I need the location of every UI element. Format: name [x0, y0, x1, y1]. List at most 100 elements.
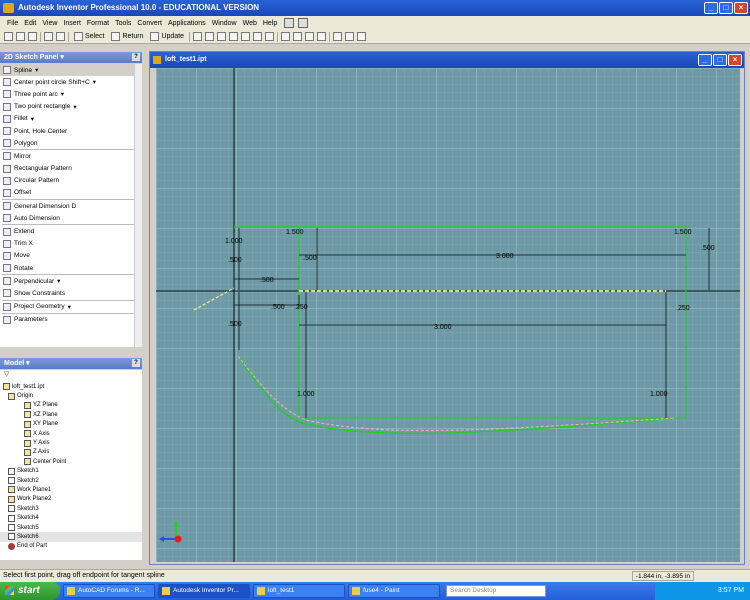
slice-graphics-icon[interactable] [333, 32, 343, 41]
tree-item-xy-plane[interactable]: XY Plane [0, 420, 142, 429]
calculator-icon[interactable] [284, 18, 295, 28]
sketch-tool-show-constraints[interactable]: Show Constraints [0, 287, 142, 299]
help-icon[interactable]: ? [132, 359, 140, 367]
help-icon[interactable]: ? [132, 53, 140, 61]
sketch-tool-fillet[interactable]: Fillet ▾ [0, 113, 142, 125]
sketch-tool-extend[interactable]: Extend [0, 225, 142, 237]
model-panel-header[interactable]: Model ▾ ? [0, 358, 142, 369]
sketch-profile[interactable] [234, 226, 687, 435]
tree-item-sketch1[interactable]: Sketch1 [0, 467, 142, 476]
shadow-icon[interactable] [305, 32, 315, 41]
sketch-tool-perpendicular[interactable]: Perpendicular ▾ [0, 275, 142, 287]
menu-window[interactable]: Window [209, 20, 240, 27]
sketch-tool-move[interactable]: Move [0, 250, 142, 262]
sketch-tool-point[interactable]: Point, Hole Center [0, 125, 142, 137]
tree-item-yz-plane[interactable]: YZ Plane [0, 401, 142, 410]
menu-convert[interactable]: Convert [134, 20, 165, 27]
dimension-d10[interactable]: .250 [294, 304, 308, 311]
dimension-d2[interactable]: 1.500 [286, 229, 304, 236]
task-loft-test1[interactable]: loft_test1 [253, 584, 345, 598]
tree-item-sketch2[interactable]: Sketch2 [0, 476, 142, 485]
sketch-panel-header[interactable]: 2D Sketch Panel ▾ ? [0, 52, 142, 63]
menu-tools[interactable]: Tools [112, 20, 134, 27]
sketch-grid-icon[interactable] [345, 32, 355, 41]
desktop-search-input[interactable]: Search Desktop [446, 585, 546, 597]
tree-item-xz-plane[interactable]: XZ Plane [0, 410, 142, 419]
dimension-d4[interactable]: .500 [701, 245, 715, 252]
dimension-d6[interactable]: .500 [228, 257, 242, 264]
rotate-icon[interactable] [253, 32, 263, 41]
sketch-tool-rectangle[interactable]: Two point rectangle ▾ [0, 101, 142, 113]
tree-item-y-axis[interactable]: Y Axis [0, 438, 142, 447]
undo-icon[interactable] [44, 32, 53, 41]
doc-maximize-button[interactable]: □ [713, 54, 727, 66]
look-at-icon[interactable] [265, 32, 275, 41]
sketch-panel-scrollbar[interactable] [134, 64, 142, 347]
dimension-d9[interactable]: .500 [271, 304, 285, 311]
dimension-d14[interactable]: 1.000 [297, 391, 315, 398]
dimension-d15[interactable]: 1.000 [650, 391, 668, 398]
tree-item-origin[interactable]: Origin [0, 391, 142, 400]
start-button[interactable]: start [0, 582, 60, 600]
tree-item-end-of-part[interactable]: End of Part [0, 542, 142, 551]
camera-view-icon[interactable] [317, 32, 327, 41]
tree-item-sketch5[interactable]: Sketch5 [0, 523, 142, 532]
sketch-tool-rect-pattern[interactable]: Rectangular Pattern [0, 163, 142, 175]
doc-minimize-button[interactable]: _ [698, 54, 712, 66]
close-button[interactable]: × [734, 2, 748, 14]
tree-item-sketch3[interactable]: Sketch3 [0, 504, 142, 513]
sketch-tool-trim[interactable]: Trim X [0, 238, 142, 250]
redo-icon[interactable] [56, 32, 65, 41]
tree-item-work-plane1[interactable]: Work Plane1 [0, 485, 142, 494]
menu-applications[interactable]: Applications [165, 20, 209, 27]
sketch-tool-auto-dimension[interactable]: Auto Dimension [0, 212, 142, 224]
shaded-display-icon[interactable] [293, 32, 303, 41]
new-file-icon[interactable] [4, 32, 13, 41]
tree-item-center-point[interactable]: Center Point [0, 457, 142, 466]
select-button[interactable]: Select [72, 32, 106, 41]
dimension-d7[interactable]: 3.000 [496, 253, 514, 260]
sketch-tool-polygon[interactable]: Polygon [0, 137, 142, 149]
sketch-tool-circ-pattern[interactable]: Circular Pattern [0, 175, 142, 187]
maximize-button[interactable]: □ [719, 2, 733, 14]
sketch-tool-circle[interactable]: Center point circle Shift+C ▾ [0, 76, 142, 88]
menu-insert[interactable]: Insert [60, 20, 84, 27]
dimension-d12[interactable]: .250 [676, 305, 690, 312]
dimension-d3[interactable]: 1.500 [674, 229, 692, 236]
sketch-tool-offset[interactable]: Offset [0, 187, 142, 199]
menu-file[interactable]: File [4, 20, 21, 27]
sketch-tool-spline[interactable]: Spline ▾ [0, 64, 142, 77]
tree-item-sketch4[interactable]: Sketch4 [0, 513, 142, 522]
zoom-all-icon[interactable] [193, 32, 203, 41]
save-icon[interactable] [28, 32, 37, 41]
return-button[interactable]: Return [109, 32, 145, 41]
sketch-tool-arc[interactable]: Three point arc ▾ [0, 88, 142, 100]
dimension-d8[interactable]: .500 [260, 277, 274, 284]
minimize-button[interactable]: _ [704, 2, 718, 14]
sketch-tool-general-dimension[interactable]: General Dimension D [0, 200, 142, 212]
tree-item-work-plane2[interactable]: Work Plane2 [0, 495, 142, 504]
menu-edit[interactable]: Edit [21, 20, 39, 27]
task-autocad-forums[interactable]: AutoCAD Forums - R... [63, 584, 155, 598]
task-inventor[interactable]: Autodesk Inventor Pr... [158, 584, 250, 598]
menu-view[interactable]: View [39, 20, 60, 27]
tree-item-sketch6[interactable]: Sketch6 [0, 532, 142, 542]
doc-close-button[interactable]: × [728, 54, 742, 66]
sketch-tool-project-geometry[interactable]: Project Geometry ▾ [0, 301, 142, 313]
menu-help[interactable]: Help [260, 20, 280, 27]
update-button[interactable]: Update [148, 32, 186, 41]
snap-grid-icon[interactable] [357, 32, 367, 41]
sketch-canvas[interactable]: 1.000 1.500 1.500 .500 .500 .500 3.000 .… [156, 68, 740, 562]
zoom-window-icon[interactable] [205, 32, 215, 41]
pan-icon[interactable] [229, 32, 239, 41]
dimension-d5[interactable]: .500 [303, 255, 317, 262]
dimension-d11[interactable]: 3.000 [434, 324, 452, 331]
filter-icon[interactable]: ▽ [0, 370, 142, 382]
menu-web[interactable]: Web [240, 20, 260, 27]
zoom-icon[interactable] [217, 32, 227, 41]
toolbar-grid-icon[interactable] [298, 18, 309, 28]
tree-item-part[interactable]: loft_test1.ipt [0, 382, 142, 391]
sketch-tool-rotate[interactable]: Rotate [0, 262, 142, 274]
dimension-d1[interactable]: 1.000 [225, 238, 243, 245]
menu-format[interactable]: Format [84, 20, 112, 27]
